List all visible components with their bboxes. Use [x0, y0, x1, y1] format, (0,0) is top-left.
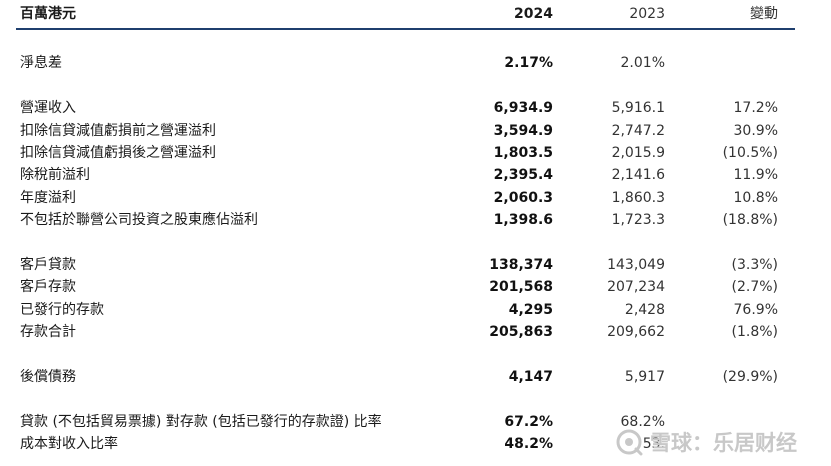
value-2023: 143,049	[607, 257, 665, 273]
value-2024: 201,568	[489, 279, 553, 295]
row-label: 扣除信貸減值虧損前之營運溢利	[20, 123, 216, 139]
row-label: 貸款 (不包括貿易票據) 對存款 (包括已發行的存款證) 比率	[20, 414, 382, 430]
row-label: 已發行的存款	[20, 302, 104, 318]
value-2024: 67.2%	[504, 414, 553, 430]
header-year-2023: 2023	[629, 6, 665, 22]
value-change: (18.8%)	[722, 212, 778, 228]
value-2024: 205,863	[489, 324, 553, 340]
value-2023: 2,015.9	[611, 145, 665, 161]
value-2024: 1,398.6	[493, 212, 553, 228]
value-change: (29.9%)	[722, 369, 778, 385]
watermark-text: 雪球：乐居财经	[650, 431, 797, 455]
value-2023: 2,747.2	[611, 123, 665, 139]
value-2024: 4,295	[508, 302, 553, 318]
row-label: 營運收入	[20, 100, 76, 116]
row-label: 客戶貸款	[20, 257, 76, 273]
table-row: 存款合計 205,863 209,662 (1.8%)	[16, 321, 795, 343]
value-2023: 5,917	[624, 369, 665, 385]
value-change: 17.2%	[733, 100, 778, 116]
value-2024: 48.2%	[504, 436, 553, 452]
row-label: 不包括於聯營公司投資之股東應佔溢利	[20, 212, 258, 228]
table-row: 已發行的存款 4,295 2,428 76.9%	[16, 299, 795, 321]
row-label: 淨息差	[20, 55, 62, 71]
value-2023: 5,916.1	[611, 100, 665, 116]
value-2024: 2,395.4	[493, 167, 553, 183]
value-2024: 2,060.3	[493, 190, 553, 206]
table-row: 淨息差 2.17% 2.01%	[16, 52, 795, 74]
value-2024: 1,803.5	[493, 145, 553, 161]
table-header: 百萬港元 2024 2023 變動	[16, 0, 795, 30]
value-change: 10.8%	[733, 190, 778, 206]
value-2023: 207,234	[607, 279, 665, 295]
financial-summary-table: 百萬港元 2024 2023 變動 淨息差 2.17% 2.01% 營運收入 6…	[0, 0, 831, 466]
table-row: 扣除信貸減值虧損前之營運溢利 3,594.9 2,747.2 30.9%	[16, 120, 795, 142]
row-label: 存款合計	[20, 324, 76, 340]
header-year-2024: 2024	[514, 6, 553, 22]
row-label: 除稅前溢利	[20, 167, 90, 183]
header-change: 變動	[750, 6, 778, 22]
value-2023: 2,141.6	[611, 167, 665, 183]
row-label: 年度溢利	[20, 190, 76, 206]
value-change: 76.9%	[733, 302, 778, 318]
table-row: 扣除信貸減值虧損後之營運溢利 1,803.5 2,015.9 (10.5%)	[16, 142, 795, 164]
value-change: 30.9%	[733, 123, 778, 139]
row-label: 後償債務	[20, 369, 76, 385]
value-2023: 209,662	[607, 324, 665, 340]
row-label: 扣除信貸減值虧損後之營運溢利	[20, 145, 216, 161]
table-row: 年度溢利 2,060.3 1,860.3 10.8%	[16, 187, 795, 209]
value-2024: 3,594.9	[493, 123, 553, 139]
value-change: (1.8%)	[731, 324, 779, 340]
value-change: (3.3%)	[731, 257, 779, 273]
table-row: 客戶存款 201,568 207,234 (2.7%)	[16, 276, 795, 298]
value-change: 11.9%	[733, 167, 778, 183]
value-2023: 1,860.3	[611, 190, 665, 206]
value-2023: 1,723.3	[611, 212, 665, 228]
value-2024: 6,934.9	[493, 100, 553, 116]
table-row: 客戶貸款 138,374 143,049 (3.3%)	[16, 254, 795, 276]
value-2024: 4,147	[508, 369, 553, 385]
value-2023: 2.01%	[620, 55, 665, 71]
value-change: (10.5%)	[722, 145, 778, 161]
row-label: 客戶存款	[20, 279, 76, 295]
watermark: 雪球：乐居财经	[614, 424, 797, 460]
value-2023: 2,428	[624, 302, 665, 318]
header-unit-label: 百萬港元	[20, 6, 76, 22]
table-row: 除稅前溢利 2,395.4 2,141.6 11.9%	[16, 164, 795, 186]
table-row: 營運收入 6,934.9 5,916.1 17.2%	[16, 97, 795, 119]
table-row: 不包括於聯營公司投資之股東應佔溢利 1,398.6 1,723.3 (18.8%…	[16, 209, 795, 231]
row-label: 成本對收入比率	[20, 436, 118, 452]
value-2024: 2.17%	[504, 55, 553, 71]
value-2024: 138,374	[489, 257, 553, 273]
table-row: 後償債務 4,147 5,917 (29.9%)	[16, 366, 795, 388]
snowball-logo-icon	[616, 429, 643, 456]
value-change: (2.7%)	[731, 279, 779, 295]
